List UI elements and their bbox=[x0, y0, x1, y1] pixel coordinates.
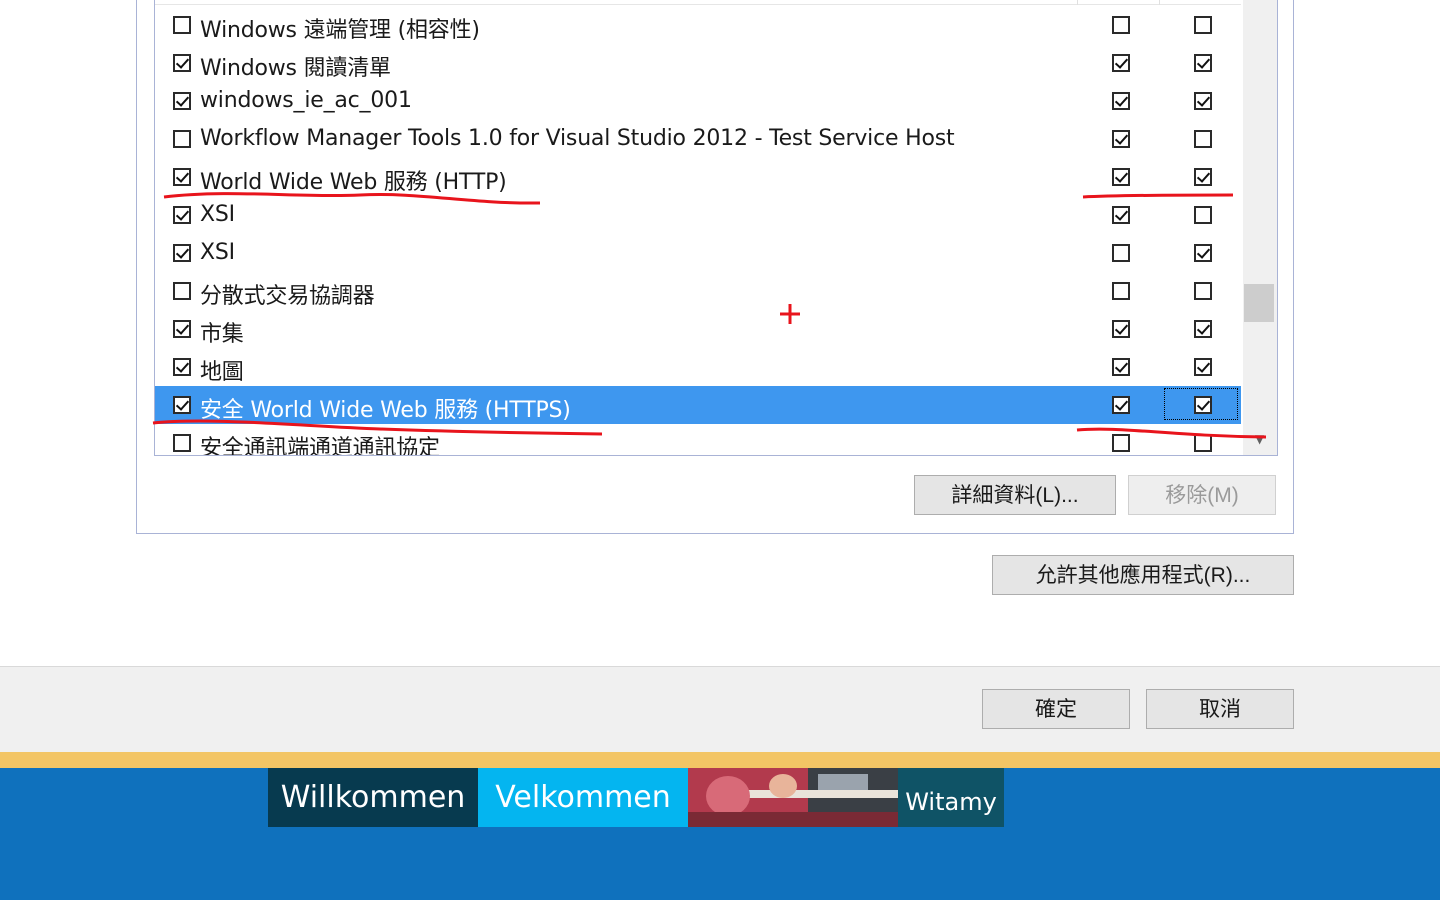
list-header-line bbox=[155, 4, 1241, 5]
remove-button[interactable]: 移除(M) bbox=[1128, 475, 1276, 515]
service-name: XSI bbox=[200, 240, 235, 265]
service-name: Workflow Manager Tools 1.0 for Visual St… bbox=[200, 126, 955, 151]
list-item[interactable]: Windows 閱讀清單 bbox=[155, 44, 1241, 82]
welcome-tile-german: Willkommen bbox=[268, 768, 478, 827]
public-network-checkbox[interactable] bbox=[1194, 92, 1212, 110]
private-network-checkbox[interactable] bbox=[1112, 92, 1130, 110]
private-network-checkbox[interactable] bbox=[1112, 434, 1130, 452]
enable-checkbox[interactable] bbox=[173, 320, 191, 338]
list-item[interactable]: 分散式交易協調器 bbox=[155, 272, 1241, 310]
list-item[interactable]: XSI bbox=[155, 234, 1241, 272]
service-name: 分散式交易協調器 bbox=[200, 284, 375, 309]
people-photo-icon bbox=[688, 768, 898, 827]
service-name: Windows 遠端管理 (相容性) bbox=[200, 18, 480, 43]
service-name: World Wide Web 服務 (HTTP) bbox=[200, 170, 507, 195]
public-network-checkbox[interactable] bbox=[1194, 168, 1212, 186]
service-name: 市集 bbox=[200, 322, 244, 347]
public-network-checkbox[interactable] bbox=[1194, 282, 1212, 300]
list-item[interactable]: 地圖 bbox=[155, 348, 1241, 386]
enable-checkbox[interactable] bbox=[173, 434, 191, 452]
enable-checkbox[interactable] bbox=[173, 244, 191, 262]
list-item[interactable]: World Wide Web 服務 (HTTP) bbox=[155, 158, 1241, 196]
list-item[interactable]: 安全通訊端通道通訊協定 bbox=[155, 424, 1241, 456]
taskbar-gold-strip bbox=[0, 752, 1440, 768]
public-network-checkbox[interactable] bbox=[1194, 54, 1212, 72]
enable-checkbox[interactable] bbox=[173, 396, 191, 414]
service-name: 安全通訊端通道通訊協定 bbox=[200, 436, 440, 456]
list-item[interactable]: XSI bbox=[155, 196, 1241, 234]
focus-rectangle bbox=[1164, 388, 1238, 420]
list-item[interactable]: windows_ie_ac_001 bbox=[155, 82, 1241, 120]
service-name: Windows 閱讀清單 bbox=[200, 56, 391, 81]
welcome-tile-polish: Witamy bbox=[898, 768, 1004, 827]
list-item[interactable]: 安全 World Wide Web 服務 (HTTPS) bbox=[155, 386, 1241, 424]
private-network-checkbox[interactable] bbox=[1112, 244, 1130, 262]
private-network-checkbox[interactable] bbox=[1112, 282, 1130, 300]
photo-tile bbox=[688, 768, 898, 827]
private-network-checkbox[interactable] bbox=[1112, 130, 1130, 148]
column-divider bbox=[1077, 0, 1078, 5]
service-name: 地圖 bbox=[200, 360, 244, 385]
private-network-checkbox[interactable] bbox=[1112, 206, 1130, 224]
private-network-checkbox[interactable] bbox=[1112, 320, 1130, 338]
allowed-apps-list[interactable]: Windows 遠端管理 (相容性) Windows 閱讀清單 windows_ie… bbox=[154, 0, 1278, 456]
public-network-checkbox[interactable] bbox=[1194, 130, 1212, 148]
enable-checkbox[interactable] bbox=[173, 206, 191, 224]
list-item[interactable]: Windows 遠端管理 (相容性) bbox=[155, 6, 1241, 44]
public-network-checkbox[interactable] bbox=[1194, 320, 1212, 338]
public-network-checkbox[interactable] bbox=[1194, 358, 1212, 376]
private-network-checkbox[interactable] bbox=[1112, 396, 1130, 414]
allow-other-app-button[interactable]: 允許其他應用程式(R)... bbox=[992, 555, 1294, 595]
list-item[interactable]: Workflow Manager Tools 1.0 for Visual St… bbox=[155, 120, 1241, 158]
enable-checkbox[interactable] bbox=[173, 358, 191, 376]
private-network-checkbox[interactable] bbox=[1112, 358, 1130, 376]
public-network-checkbox[interactable] bbox=[1194, 206, 1212, 224]
public-network-checkbox[interactable] bbox=[1194, 244, 1212, 262]
enable-checkbox[interactable] bbox=[173, 54, 191, 72]
service-name: 安全 World Wide Web 服務 (HTTPS) bbox=[200, 398, 571, 423]
cancel-button[interactable]: 取消 bbox=[1146, 689, 1294, 729]
column-divider bbox=[1159, 0, 1160, 5]
private-network-checkbox[interactable] bbox=[1112, 168, 1130, 186]
enable-checkbox[interactable] bbox=[173, 282, 191, 300]
private-network-checkbox[interactable] bbox=[1112, 54, 1130, 72]
list-item[interactable]: 市集 bbox=[155, 310, 1241, 348]
dialog-footer: 確定 取消 bbox=[0, 666, 1440, 753]
public-network-checkbox[interactable] bbox=[1194, 16, 1212, 34]
scroll-down-arrow-icon[interactable]: ▼ bbox=[1255, 432, 1264, 446]
enable-checkbox[interactable] bbox=[173, 16, 191, 34]
service-name: windows_ie_ac_001 bbox=[200, 88, 412, 113]
details-button[interactable]: 詳細資料(L)... bbox=[914, 475, 1116, 515]
private-network-checkbox[interactable] bbox=[1112, 16, 1130, 34]
welcome-tile-norwegian: Velkommen bbox=[478, 768, 688, 827]
enable-checkbox[interactable] bbox=[173, 168, 191, 186]
enable-checkbox[interactable] bbox=[173, 130, 191, 148]
vertical-scrollbar[interactable]: ▼ bbox=[1243, 0, 1277, 455]
service-name: XSI bbox=[200, 202, 235, 227]
ok-button[interactable]: 確定 bbox=[982, 689, 1130, 729]
public-network-checkbox[interactable] bbox=[1194, 434, 1212, 452]
scrollbar-thumb[interactable] bbox=[1244, 284, 1274, 322]
enable-checkbox[interactable] bbox=[173, 92, 191, 110]
